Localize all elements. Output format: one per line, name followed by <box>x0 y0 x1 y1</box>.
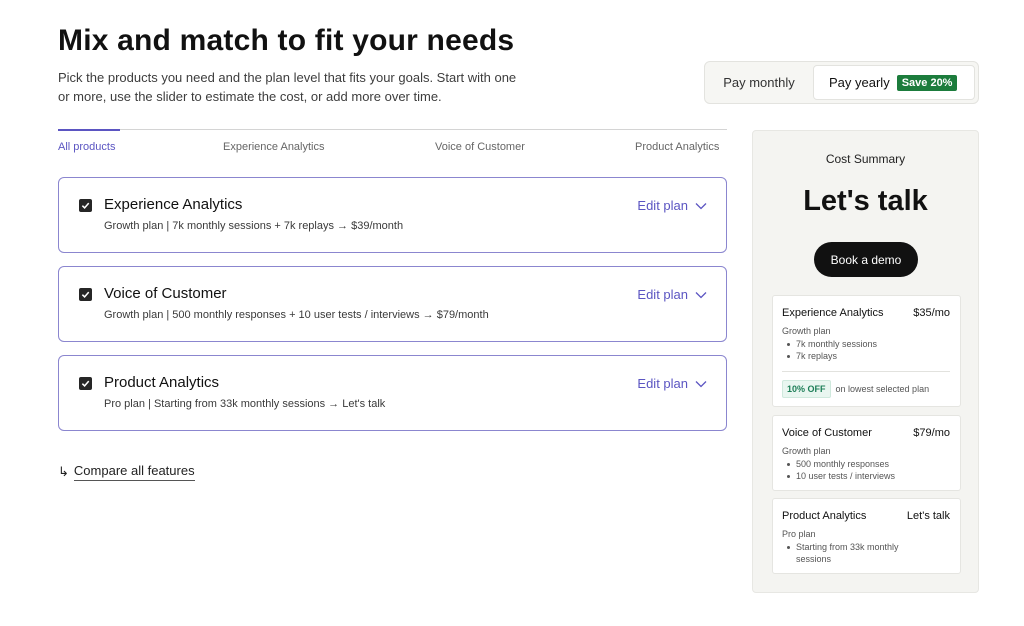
list-item: Starting from 33k monthly sessions <box>782 541 932 565</box>
edit-plan-label: Edit plan <box>637 376 688 391</box>
list-item: 7k monthly sessions <box>782 338 877 350</box>
summary-item-price: $35/mo <box>913 307 950 319</box>
chevron-down-icon <box>695 291 707 298</box>
page-subtitle: Pick the products you need and the plan … <box>58 70 517 104</box>
product-tabs: All products Experience Analytics Voice … <box>58 129 727 159</box>
summary-item-plan: Growth plan <box>782 326 831 336</box>
summary-item-voice-of-customer: Voice of Customer $79/mo Growth plan 500… <box>772 415 961 491</box>
tab-voice-of-customer[interactable]: Voice of Customer <box>435 141 525 153</box>
page-title: Mix and match to fit your needs <box>58 24 515 57</box>
summary-item-product-analytics: Product Analytics Let's talk Pro plan St… <box>772 498 961 574</box>
summary-item-name: Voice of Customer <box>782 427 872 439</box>
book-demo-button[interactable]: Book a demo <box>814 242 918 277</box>
list-item: 10 user tests / interviews <box>782 470 895 482</box>
summary-item-name: Experience Analytics <box>782 307 884 319</box>
billing-toggle: Pay monthly Pay yearly Save 20% <box>704 61 979 104</box>
summary-feature-list: 7k monthly sessions 7k replays <box>782 338 877 362</box>
summary-item-price: Let's talk <box>906 510 950 522</box>
product-title: Experience Analytics <box>104 196 243 213</box>
cost-summary-panel: Cost Summary Let's talk Book a demo Expe… <box>752 130 979 593</box>
summary-price: Let's talk <box>803 185 928 217</box>
cost-summary-heading: Cost Summary <box>825 152 906 166</box>
summary-item-price: $79/mo <box>913 427 950 439</box>
divider <box>782 371 950 372</box>
summary-feature-list: Starting from 33k monthly sessions <box>782 541 932 565</box>
product-checkbox[interactable] <box>79 199 92 212</box>
summary-item-experience-analytics: Experience Analytics $35/mo Growth plan … <box>772 295 961 407</box>
product-checkbox[interactable] <box>79 377 92 390</box>
product-title: Voice of Customer <box>104 285 227 302</box>
pay-monthly-option[interactable]: Pay monthly <box>705 62 813 103</box>
product-card-product-analytics: Product Analytics Pro plan | Starting fr… <box>58 355 727 431</box>
list-item: 7k replays <box>782 350 877 362</box>
tab-product-analytics[interactable]: Product Analytics <box>635 141 719 153</box>
pay-yearly-option[interactable]: Pay yearly Save 20% <box>813 65 975 100</box>
checkmark-icon <box>81 202 90 209</box>
compare-features: ↳ Compare all features <box>58 463 195 481</box>
checkmark-icon <box>81 380 90 387</box>
return-arrow-icon: ↳ <box>58 464 69 479</box>
chevron-down-icon <box>695 380 707 387</box>
edit-plan-button[interactable]: Edit plan <box>637 376 707 391</box>
save-badge: Save 20% <box>896 74 958 91</box>
product-title: Product Analytics <box>104 374 220 391</box>
product-card-experience-analytics: Experience Analytics Growth plan | 7k mo… <box>58 177 727 253</box>
summary-feature-list: 500 monthly responses 10 user tests / in… <box>782 458 895 482</box>
edit-plan-label: Edit plan <box>637 287 688 302</box>
checkmark-icon <box>81 291 90 298</box>
chevron-down-icon <box>695 202 707 209</box>
active-tab-indicator <box>58 129 120 131</box>
discount-row: 10% OFF on lowest selected plan <box>782 380 929 398</box>
product-description: Pro plan | Starting from 33k monthly ses… <box>104 398 386 410</box>
summary-item-header: Experience Analytics $35/mo <box>782 307 950 319</box>
product-description: Growth plan | 7k monthly sessions + 7k r… <box>104 220 404 232</box>
summary-item-name: Product Analytics <box>782 510 867 522</box>
list-item: 500 monthly responses <box>782 458 895 470</box>
pay-monthly-label: Pay monthly <box>723 75 795 90</box>
summary-item-plan: Pro plan <box>782 529 816 539</box>
edit-plan-button[interactable]: Edit plan <box>637 287 707 302</box>
product-card-voice-of-customer: Voice of Customer Growth plan | 500 mont… <box>58 266 727 342</box>
pay-yearly-label: Pay yearly <box>829 75 890 90</box>
edit-plan-button[interactable]: Edit plan <box>637 198 707 213</box>
discount-badge: 10% OFF <box>782 380 831 398</box>
product-checkbox[interactable] <box>79 288 92 301</box>
edit-plan-label: Edit plan <box>637 198 688 213</box>
summary-item-plan: Growth plan <box>782 446 831 456</box>
compare-all-features-link[interactable]: Compare all features <box>73 463 195 481</box>
discount-text: on lowest selected plan <box>835 384 930 394</box>
product-description: Growth plan | 500 monthly responses + 10… <box>104 309 489 321</box>
summary-item-header: Voice of Customer $79/mo <box>782 427 950 439</box>
tab-all-products[interactable]: All products <box>58 141 115 153</box>
tab-experience-analytics[interactable]: Experience Analytics <box>223 141 325 153</box>
summary-item-header: Product Analytics Let's talk <box>782 510 950 522</box>
